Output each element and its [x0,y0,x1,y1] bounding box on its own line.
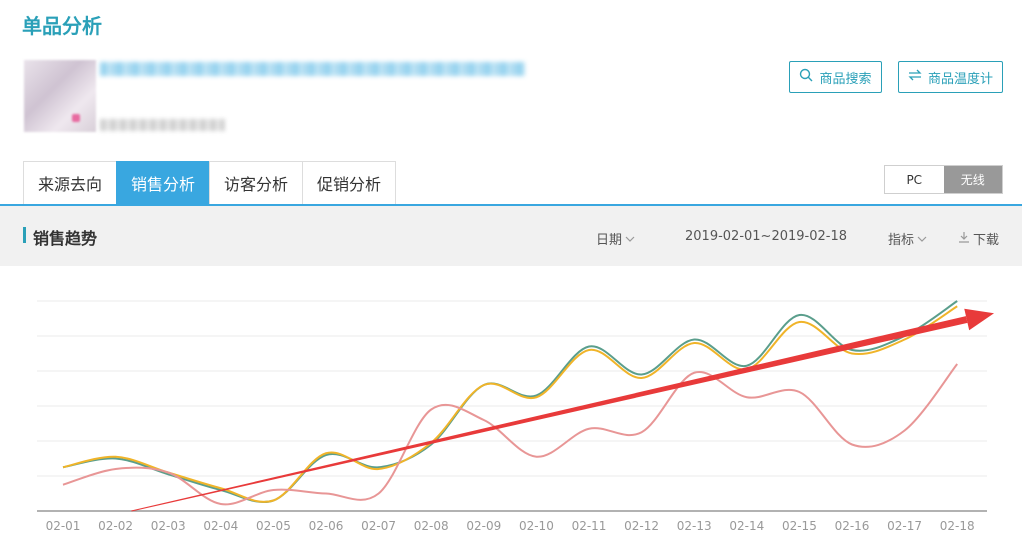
x-tick-label: 02-16 [835,519,870,533]
sales-trend-chart: 02-01 02-02 02-03 02-04 02-05 02-06 02-07 02-08… [0,266,1022,545]
x-tick-label: 02-01 [46,519,81,533]
device-toggle: PC 无线 [884,165,1003,194]
product-title-redacted [100,62,525,76]
product-thermometer-button[interactable]: 商品温度计 [898,61,1003,93]
product-search-label: 商品搜索 [819,71,872,87]
chevron-down-icon [917,231,927,246]
sales-trend-svg: 02-01 02-02 02-03 02-04 02-05 02-06 02-07 02-08… [37,300,995,533]
trend-arrow-shaft [131,316,968,512]
product-thermometer-label: 商品温度计 [927,71,993,87]
product-search-button[interactable]: 商品搜索 [789,61,882,93]
analysis-tabs: 来源去向 销售分析 访客分析 促销分析 [23,161,397,205]
x-tick-label: 02-17 [887,519,922,533]
x-tick-label: 02-10 [519,519,554,533]
tab-visitors[interactable]: 访客分析 [209,161,303,205]
x-tick-label: 02-07 [361,519,396,533]
x-tick-label: 02-05 [256,519,291,533]
section-title: 销售趋势 [33,229,98,248]
chevron-down-icon [625,231,635,246]
x-tick-label: 02-03 [151,519,186,533]
trend-arrow-head [964,308,995,331]
date-dropdown-label: 日期 [596,233,623,248]
product-thumbnail[interactable] [24,60,96,132]
swap-icon [908,69,922,85]
device-pc-button[interactable]: PC [885,166,944,193]
tab-source[interactable]: 来源去向 [23,161,117,205]
x-tick-label: 02-11 [572,519,607,533]
x-tick-label: 02-18 [940,519,975,533]
search-icon [799,68,813,86]
series-line-green [62,300,958,503]
x-tick-label: 02-15 [782,519,817,533]
section-header [0,206,1022,266]
download-icon [958,231,970,247]
x-tick-label: 02-06 [309,519,344,533]
x-tick-label: 02-04 [203,519,238,533]
tab-promotion[interactable]: 促销分析 [302,161,397,205]
device-wireless-button[interactable]: 无线 [943,166,1002,193]
download-button[interactable]: 下载 [958,229,999,248]
page-title: 单品分析 [22,14,102,38]
metric-dropdown[interactable]: 指标 [888,229,927,248]
x-tick-label: 02-14 [729,519,764,533]
product-meta-redacted [100,119,225,131]
x-tick-label: 02-13 [677,519,712,533]
section-accent [23,227,26,243]
date-dropdown[interactable]: 日期 [596,229,635,248]
x-tick-label: 02-12 [624,519,659,533]
tab-sales[interactable]: 销售分析 [116,161,210,205]
date-range-value[interactable]: 2019-02-01~2019-02-18 [685,229,847,244]
metric-dropdown-label: 指标 [888,233,915,248]
x-tick-label: 02-02 [98,519,133,533]
download-label: 下载 [973,233,1000,248]
x-tick-label: 02-08 [414,519,449,533]
x-tick-label: 02-09 [466,519,501,533]
